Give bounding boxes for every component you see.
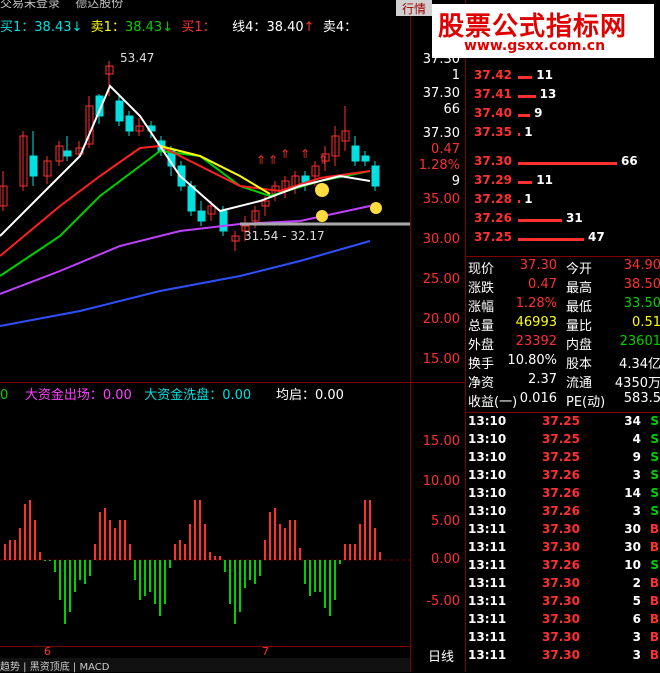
line4-value: 38.40	[266, 20, 304, 35]
line4-label: 线4：	[232, 20, 267, 35]
moving-averages	[0, 84, 371, 327]
tick-row: 13:11 37.26 10 S	[468, 558, 659, 572]
big-fund-out-label: 大资金出场：	[24, 388, 103, 403]
indicator-chart[interactable]	[0, 402, 410, 646]
tick-row: 13:11 37.30 3 B	[468, 648, 659, 662]
coin-icon	[370, 202, 382, 214]
quote-header: 交易未登录 德达股份 买1：38.43↓ 卖1：38.43↓ 买1： 线4：38…	[0, 0, 410, 36]
axis-label: 0.00	[431, 552, 460, 567]
quote-row: 换手 10.80% 股本 4.34亿	[468, 353, 660, 372]
tick-row: 13:10 37.26 3 S	[468, 468, 659, 482]
axis-label: 1.28%	[418, 158, 460, 173]
indicator-tabs[interactable]: 趋势 | 黑资顶底 | MACD	[0, 658, 410, 673]
tick-row: 13:10 37.25 34 S	[468, 414, 659, 428]
axis-label: 66	[443, 102, 460, 117]
avg-value: 0.00	[314, 388, 344, 403]
quote-row: 总量 46993 量比 0.51	[468, 315, 660, 334]
indicator-zero: 0	[0, 388, 9, 403]
buy1b-label: 买1：	[181, 20, 216, 35]
tick-row: 13:11 37.30 30 B	[468, 540, 659, 554]
down-arrow-icon: ↓	[162, 20, 174, 35]
big-fund-wash-value: 0.00	[222, 388, 252, 403]
buy1-value: 38.43	[34, 20, 72, 35]
buy1-label: 买1：	[0, 20, 35, 35]
range-annotation: 31.54 - 32.17	[244, 229, 325, 243]
up-arrow-icon: ⇑	[268, 153, 278, 167]
axis-label: 25.00	[422, 272, 460, 287]
smiley-icon	[315, 183, 329, 197]
big-fund-out-value: 0.00	[102, 388, 132, 403]
quote-table: 现价 37.30 今开 34.90 涨跌 0.47 最高 38.50 涨幅 1.28% 最低 33.5…	[466, 258, 660, 410]
up-arrow-icon: ⇑	[318, 153, 328, 167]
indicator-title: 0 大资金出场：0.00 大资金洗盘：0.00 均启：0.00	[0, 384, 410, 403]
tick-row: 13:11 37.30 2 B	[468, 576, 659, 590]
tick-row: 13:11 37.30 6 B	[468, 612, 659, 626]
candlestick-chart[interactable]: 53.47 31.54 - 32.17 ⇑ ⇑ ⇑ ⇑ ⇑	[0, 36, 410, 382]
tick-row: 13:10 37.25 9 S	[468, 450, 659, 464]
axis-label: 37.30	[422, 126, 460, 141]
up-arrow-icon: ↑	[303, 20, 315, 35]
period-label: 日线	[427, 650, 454, 665]
up-arrow-icon: ⇑	[256, 153, 266, 167]
price-axis: 37.30 1 37.30 66 37.30 0.47 1.28% 9 35.0…	[410, 0, 466, 672]
quote-row: 现价 37.30 今开 34.90	[468, 258, 660, 277]
stock-name: 德达股份	[75, 0, 124, 10]
axis-label: 0.47	[431, 142, 460, 157]
pane-divider	[0, 382, 465, 383]
quote-row: 涨跌 0.47 最高 38.50	[468, 277, 660, 296]
tick-row: 13:11 37.30 30 B	[468, 522, 659, 536]
watermark-logo: 股票公式指标网 www.gsxx.com.cn	[432, 4, 654, 58]
axis-label: 9	[451, 174, 460, 189]
high-annotation: 53.47	[120, 51, 154, 65]
quote-row: 收益(一) 0.016 PE(动) 583.5	[468, 391, 660, 410]
axis-label: -5.00	[426, 594, 460, 609]
axis-label: 15.00	[422, 352, 460, 367]
account-status: 交易未登录	[0, 0, 61, 10]
sell1-label: 卖1：	[90, 20, 125, 35]
axis-label: 10.00	[422, 474, 460, 489]
axis-label: 20.00	[422, 312, 460, 327]
quote-row: 外盘 23392 内盘 23601	[468, 334, 660, 353]
quote-row: 净资 2.37 流通 4350万	[468, 372, 660, 391]
quote-row: 涨幅 1.28% 最低 33.50	[468, 296, 660, 315]
axis-label: 1	[451, 68, 460, 83]
tick-row: 13:11 37.30 3 B	[468, 630, 659, 644]
axis-label: 15.00	[422, 434, 460, 449]
order-book: 37.42 11 37.41 13 37.40 9 37.35 1 37.30 66 37.29 11…	[474, 68, 638, 244]
avg-label: 均启：	[275, 388, 315, 403]
sell1-value: 38.43	[124, 20, 163, 35]
tick-row: 13:11 37.30 5 B	[468, 594, 659, 608]
tick-row: 13:10 37.25 4 S	[468, 432, 659, 446]
tab-trade[interactable]: 行情	[396, 0, 432, 16]
axis-label: 37.30	[422, 86, 460, 101]
axis-label: 35.00	[422, 192, 460, 207]
month-7-label: 7	[262, 645, 269, 658]
axis-label: 30.00	[422, 232, 460, 247]
quote-panel: 37.42 11 37.41 13 37.40 9 37.35 1 37.30 66 37.29 11…	[465, 0, 660, 672]
sell4-label: 卖4：	[322, 20, 358, 35]
down-arrow-icon: ↓	[71, 20, 83, 35]
coin-icon	[316, 210, 328, 222]
tick-list: 13:10 37.25 34 S 13:10 37.25 4 S 13:10 37.25 9 S 13:…	[466, 414, 660, 670]
tick-row: 13:10 37.26 3 S	[468, 504, 659, 518]
month-6-label: 6	[44, 645, 51, 658]
up-arrow-icon: ⇑	[280, 147, 290, 161]
logo-url: www.gsxx.com.cn	[464, 38, 606, 54]
big-fund-wash-label: 大资金洗盘：	[144, 388, 223, 403]
axis-label: 5.00	[431, 514, 460, 529]
tick-row: 13:10 37.26 14 S	[468, 486, 659, 500]
up-arrow-icon: ⇑	[300, 147, 310, 161]
